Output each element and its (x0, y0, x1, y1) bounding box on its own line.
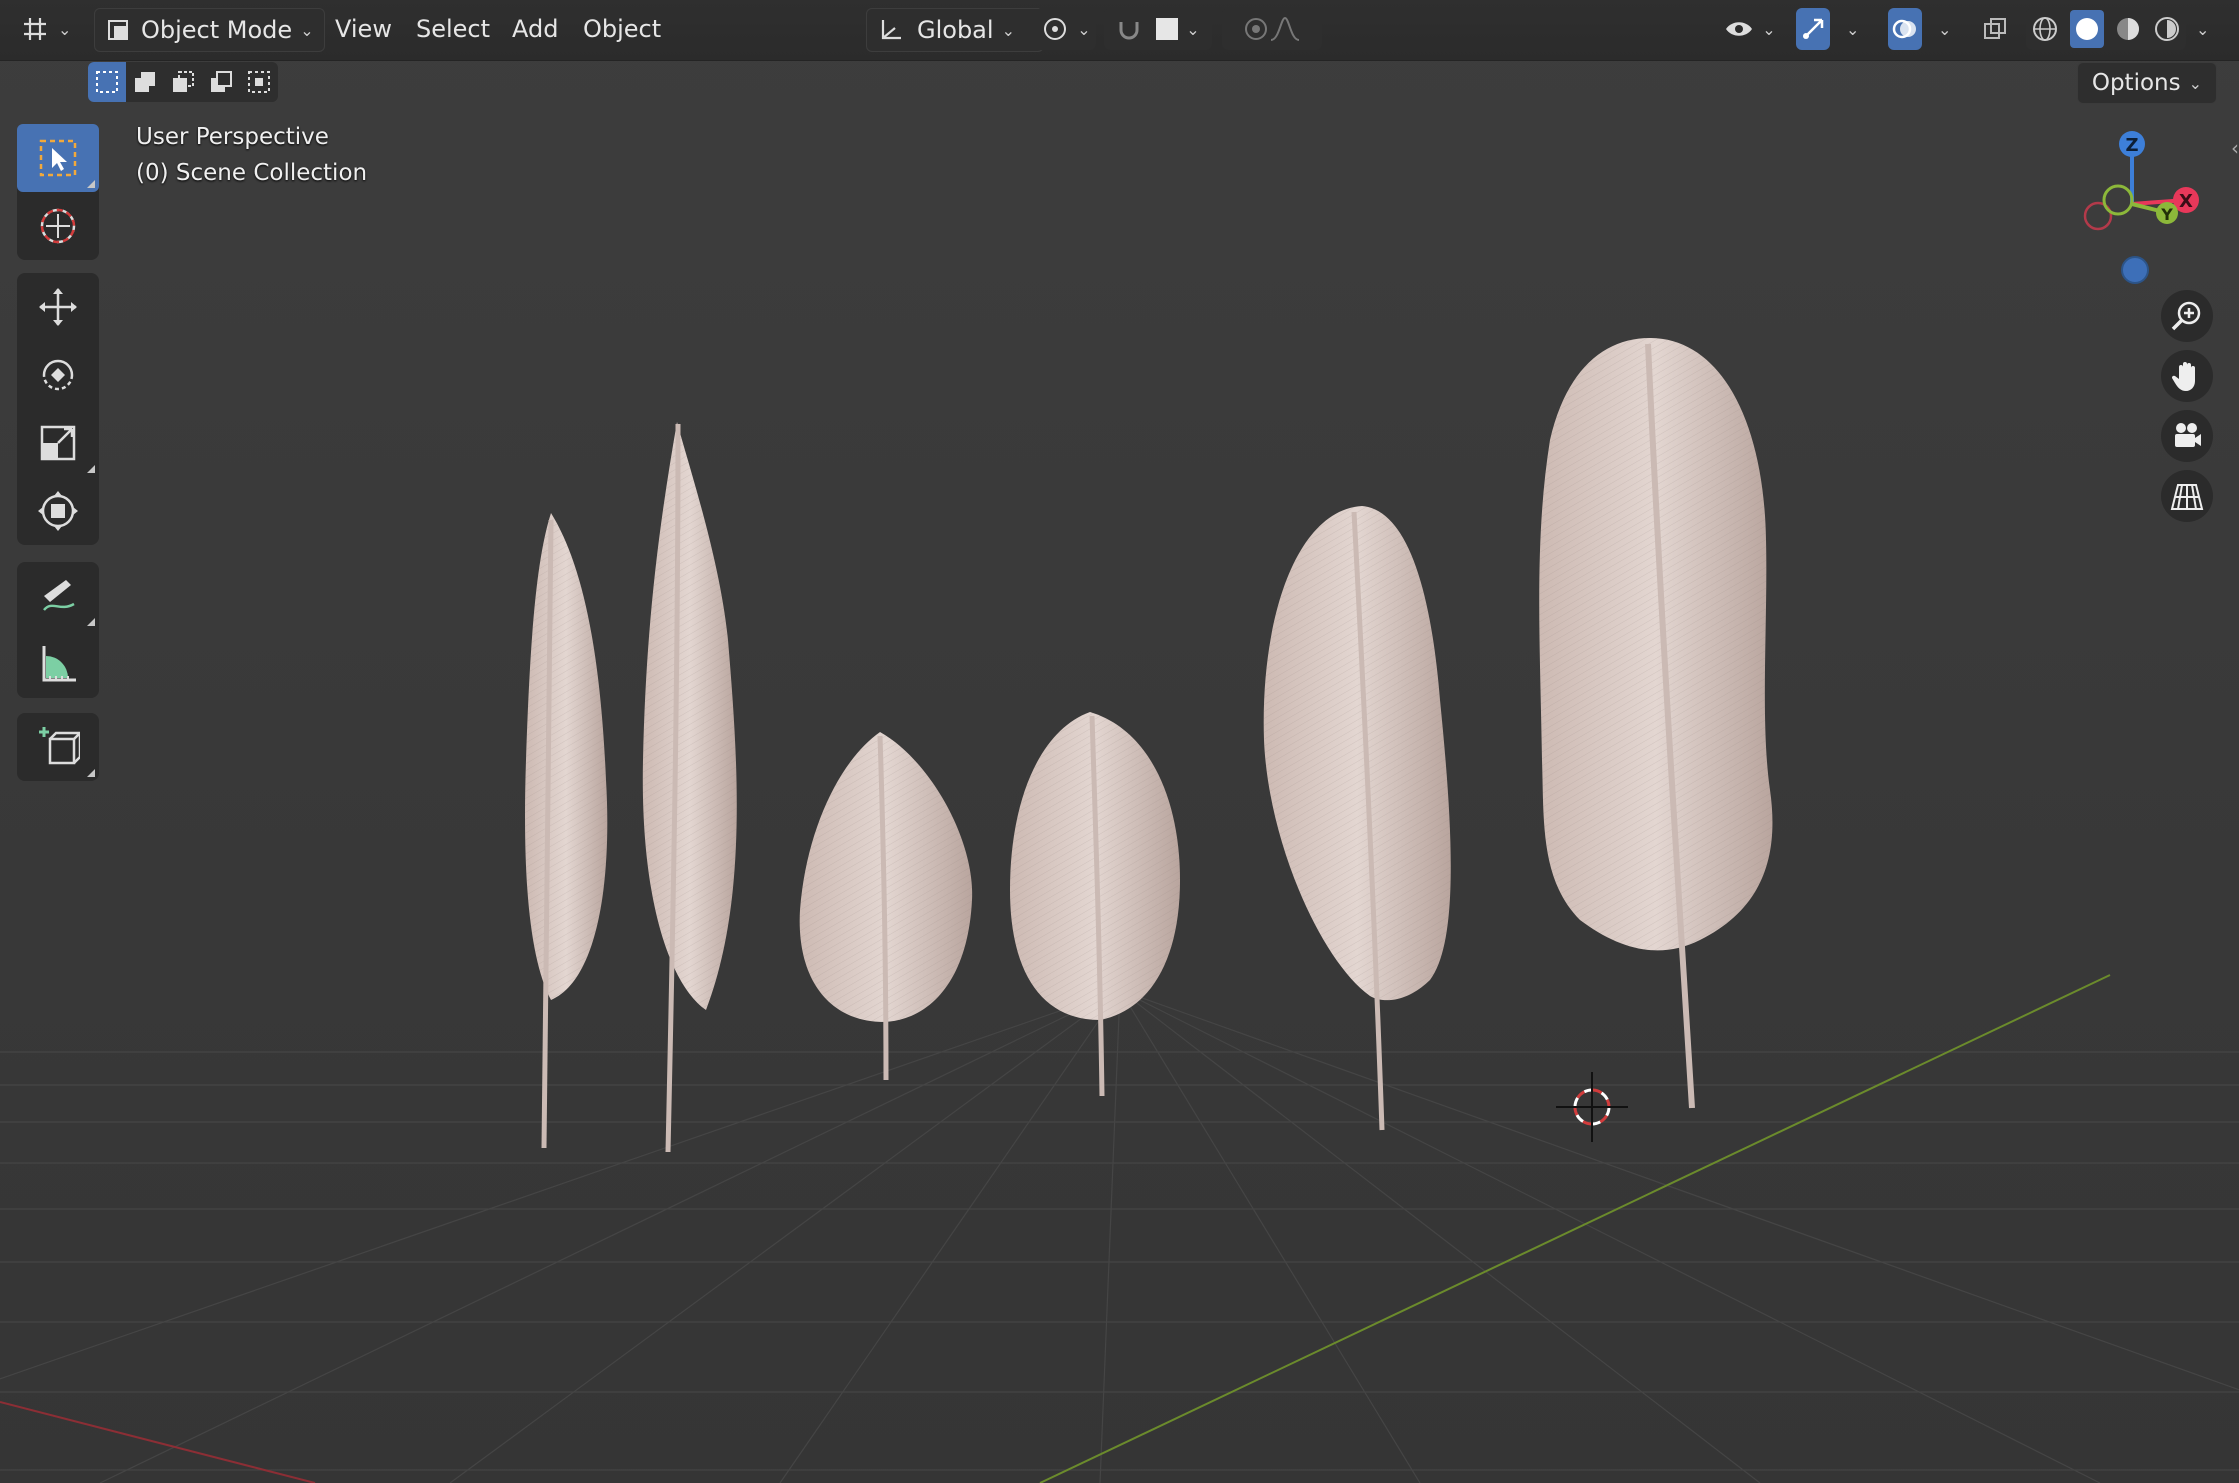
eye-icon (1726, 22, 1753, 36)
view-name-label: User Perspective (136, 124, 329, 150)
chevron-down-icon: ⌄ (1186, 19, 1200, 39)
viewport-header: ⌄ Object Mode ⌄ View Select Add Object G… (0, 0, 2239, 61)
gizmo-icon (1803, 18, 1824, 39)
annotate-icon[interactable] (17, 562, 99, 630)
rendered-shading-icon[interactable] (2153, 15, 2181, 43)
orientation-label: Global (917, 16, 994, 44)
select-extend-icon[interactable] (126, 62, 164, 102)
measure-icon[interactable] (17, 630, 99, 698)
chevron-down-icon[interactable]: ⌄ (1930, 8, 1951, 50)
select-box-icon[interactable] (17, 124, 99, 192)
select-subtract-icon[interactable] (164, 62, 202, 102)
material-shading-icon[interactable] (2114, 15, 2142, 43)
magnet-icon (1119, 22, 1139, 40)
grid-editor-icon (24, 18, 46, 40)
pivot-icon (1044, 18, 1067, 40)
rotate-icon[interactable] (17, 341, 99, 409)
toolbar-select-group (17, 124, 99, 260)
camera-view-icon[interactable] (2161, 410, 2213, 462)
menu-view[interactable]: View (323, 8, 404, 50)
transform-icon[interactable] (17, 477, 99, 545)
menu-select[interactable]: Select (404, 8, 502, 50)
visibility-dropdown[interactable]: ⌄ (1720, 8, 1780, 50)
chevron-down-icon: ⌄ (2188, 73, 2202, 93)
select-invert-icon[interactable] (202, 62, 240, 102)
options-dropdown[interactable]: Options ⌄ (2076, 62, 2217, 104)
chevron-down-icon[interactable]: ⌄ (1838, 8, 1859, 50)
move-icon[interactable] (17, 273, 99, 341)
chevron-down-icon: ⌄ (1001, 20, 1015, 40)
overlays-icon (1892, 19, 1916, 39)
transform-orientation-dropdown[interactable]: Global ⌄ (866, 8, 1044, 52)
select-intersect-icon[interactable] (240, 62, 278, 102)
wireframe-shading-icon[interactable] (2031, 15, 2059, 43)
zoom-icon[interactable] (2161, 290, 2213, 342)
proportional-editing[interactable] (1222, 8, 1322, 50)
xray-toggle[interactable] (1978, 8, 2012, 50)
add-cube-icon[interactable] (17, 713, 99, 781)
toolbar-transform-group (17, 273, 99, 545)
scale-icon[interactable] (17, 409, 99, 477)
proportional-icon (1245, 18, 1267, 40)
falloff-curve-icon (1270, 16, 1300, 41)
navigation-gizmo[interactable]: Z X Y (2056, 124, 2216, 294)
chevron-down-icon: ⌄ (1762, 19, 1776, 39)
mode-label: Object Mode (141, 16, 293, 44)
snap-controls[interactable]: ⌄ (1104, 8, 1212, 50)
chevron-down-icon: ⌄ (300, 20, 314, 40)
collection-label: (0) Scene Collection (136, 160, 368, 186)
chevron-down-icon[interactable]: ⌄ (2188, 8, 2209, 50)
orientation-icon (881, 20, 901, 40)
chevron-left-icon[interactable]: ‹ (2231, 136, 2239, 160)
snap-target-icon (1156, 18, 1179, 40)
options-label: Options (2091, 70, 2181, 96)
select-new-icon[interactable] (88, 62, 126, 102)
cursor-icon[interactable] (17, 192, 99, 260)
menu-object[interactable]: Object (571, 8, 673, 50)
gizmo-toggle[interactable] (1796, 8, 1830, 50)
selection-mode-group (88, 62, 278, 102)
3d-viewport[interactable]: ⌄ Object Mode ⌄ View Select Add Object G… (0, 0, 2239, 1483)
chevron-down-icon: ⌄ (1077, 19, 1091, 39)
toolbar-add-group (17, 713, 99, 781)
gizmo-z-label: Z (2125, 135, 2138, 156)
mode-dropdown[interactable]: Object Mode ⌄ (94, 8, 325, 52)
chevron-down-icon: ⌄ (58, 19, 72, 39)
object-mode-icon (108, 20, 128, 40)
viewport-scene[interactable] (0, 0, 2239, 1483)
pivot-point-dropdown[interactable]: ⌄ (1036, 8, 1096, 50)
overlays-toggle[interactable] (1888, 8, 1922, 50)
menu-add[interactable]: Add (500, 8, 570, 50)
shading-modes[interactable] (2026, 8, 2186, 50)
solid-shading-icon[interactable] (2069, 10, 2104, 48)
gizmo-x-label: X (2179, 191, 2193, 212)
xray-icon (1984, 18, 2006, 39)
editor-type-selector[interactable]: ⌄ (20, 8, 71, 50)
perspective-toggle-icon[interactable] (2161, 470, 2213, 522)
pan-hand-icon[interactable] (2161, 350, 2213, 402)
gizmo-y-label: Y (2160, 205, 2173, 224)
toolbar-annotate-group (17, 562, 99, 698)
